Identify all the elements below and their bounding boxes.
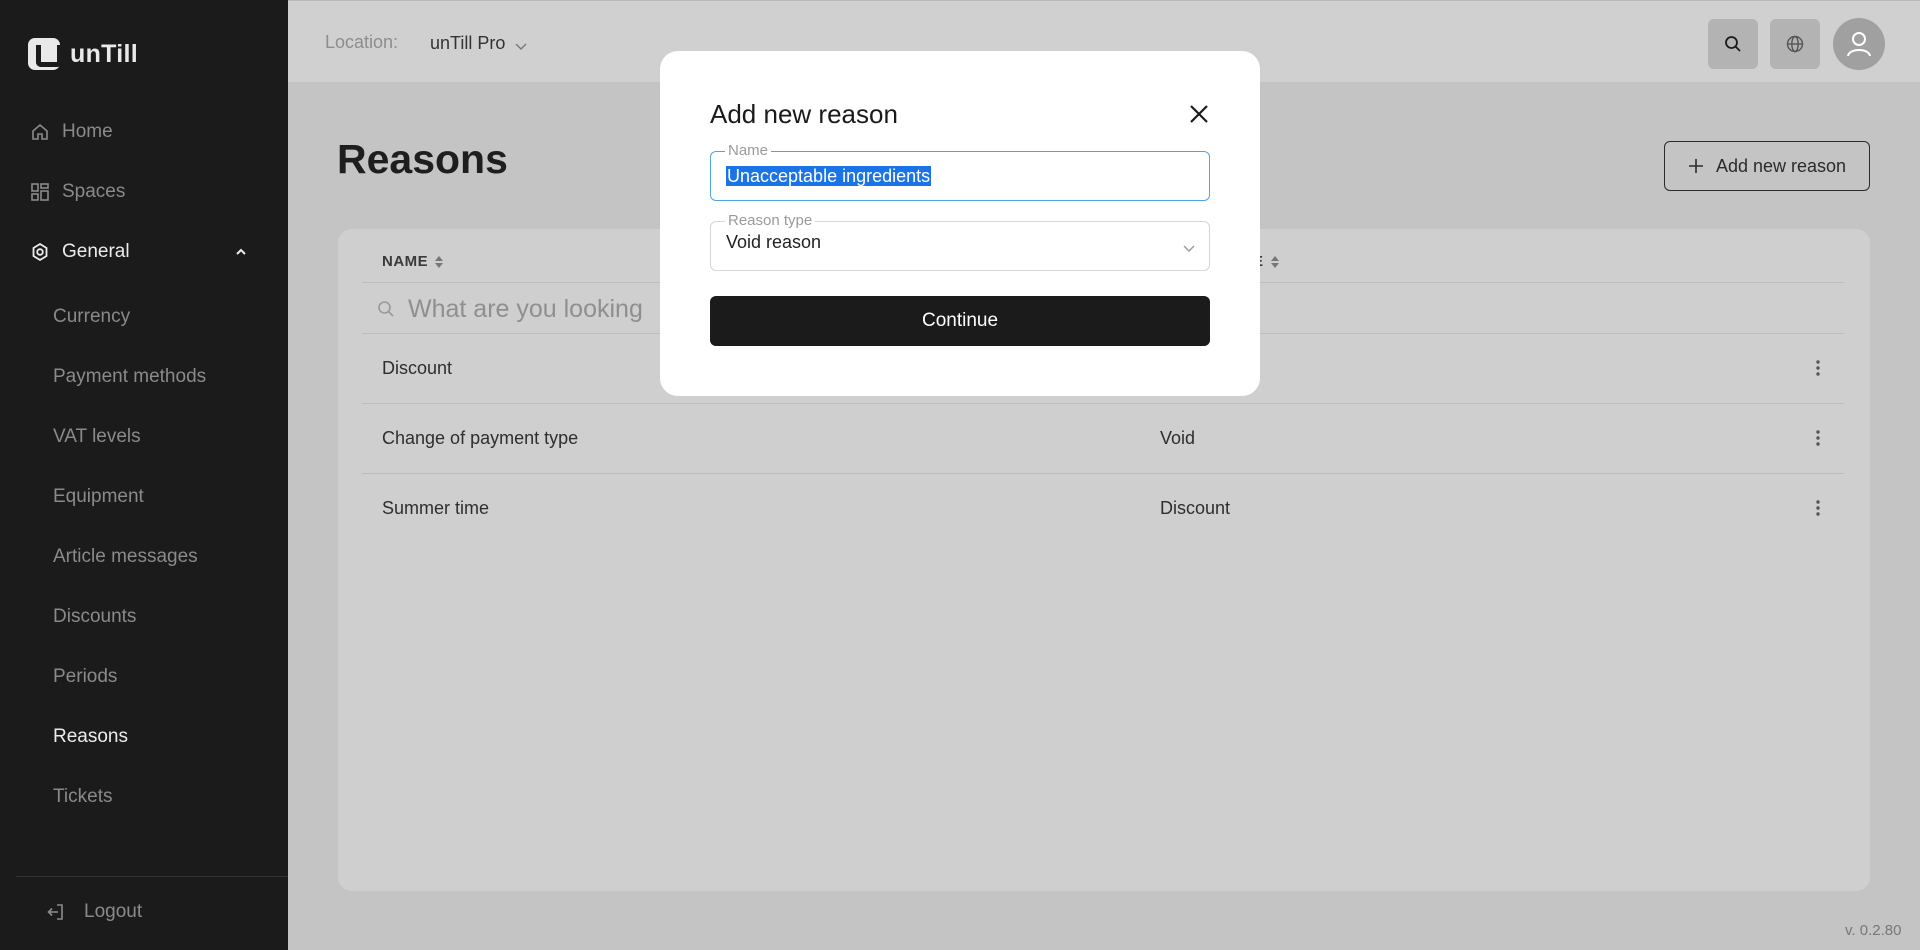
dialog-title: Add new reason [710,99,898,129]
plus-icon [1688,159,1703,173]
sidebar-item-label: Spaces [62,181,126,202]
location-selector[interactable]: unTill Pro [430,32,529,54]
sidebar-subitem-currency[interactable]: Currency [53,306,130,328]
more-options-icon[interactable] [1812,499,1824,517]
sidebar: unTill Home Spaces General Currency Paym… [0,0,288,950]
continue-button[interactable]: Continue [710,296,1210,346]
table-cell-name: Discount [382,358,453,378]
name-field-value: Unacceptable ingredients [726,166,932,186]
chevron-down-icon [1183,245,1195,252]
sidebar-subitem-equipment[interactable]: Equipment [53,486,144,508]
sidebar-subitem-periods[interactable]: Periods [53,666,117,688]
search-icon [378,301,394,317]
sidebar-subitem-discounts[interactable]: Discounts [53,606,136,628]
user-avatar[interactable] [1833,18,1885,70]
sidebar-subitem-payment-methods[interactable]: Payment methods [53,366,206,388]
sidebar-subitem-article-messages[interactable]: Article messages [53,546,198,568]
version-label: v. 0.2.80 [1845,922,1902,939]
reason-type-value: Void reason [726,232,822,252]
column-header-name[interactable]: NAME [382,253,444,270]
search-icon [1725,36,1741,52]
more-options-icon[interactable] [1812,429,1824,447]
sidebar-item-label: Home [62,121,113,142]
language-button[interactable] [1770,19,1820,69]
logout-label: Logout [84,901,143,922]
more-options-icon[interactable] [1812,359,1824,377]
search-button[interactable] [1708,19,1758,69]
home-icon [32,123,48,140]
logo[interactable]: unTill [28,38,138,70]
sidebar-subitem-reasons[interactable]: Reasons [53,726,128,748]
divider [362,403,1844,404]
sidebar-divider [16,876,288,877]
add-new-reason-button[interactable]: Add new reason [1664,141,1870,191]
chevron-up-icon[interactable] [234,245,248,259]
globe-icon [1786,35,1804,53]
table-cell-name: Summer time [382,498,490,518]
location-value: unTill Pro [430,32,506,53]
reason-type-select[interactable]: Reason type Void reason [710,212,1210,271]
page-title: Reasons [337,136,508,182]
reason-type-label: Reason type [725,212,816,229]
untill-logo-icon [28,38,62,70]
divider [362,473,1844,474]
sidebar-item-label: General [62,241,130,262]
sidebar-subitem-tickets[interactable]: Tickets [53,786,112,808]
add-reason-dialog: Add new reason Name Unacceptable ingredi… [660,51,1260,396]
sidebar-subitem-vat-levels[interactable]: VAT levels [53,426,141,448]
sort-icon [435,255,444,268]
user-icon [1847,32,1871,57]
close-icon[interactable] [1186,101,1212,127]
brand-name: unTill [70,39,138,68]
sidebar-item-spaces[interactable]: Spaces [30,181,125,203]
name-field-label: Name [725,142,772,159]
table-cell-name: Change of payment type [382,428,579,448]
chevron-down-icon [515,43,527,50]
table-cell-type: Discount [1160,498,1231,518]
sidebar-item-general[interactable]: General [30,241,130,263]
sidebar-item-home[interactable]: Home [30,121,113,143]
location-label: Location: [325,32,399,52]
name-field[interactable]: Name Unacceptable ingredients [710,142,1210,201]
logout-button[interactable]: Logout [46,901,142,923]
add-button-label: Add new reason [1715,155,1847,176]
table-cell-type: Void [1160,428,1196,448]
logout-icon [47,904,63,920]
grid-icon [31,183,49,201]
sort-icon [1270,255,1279,268]
settings-icon [32,242,48,262]
